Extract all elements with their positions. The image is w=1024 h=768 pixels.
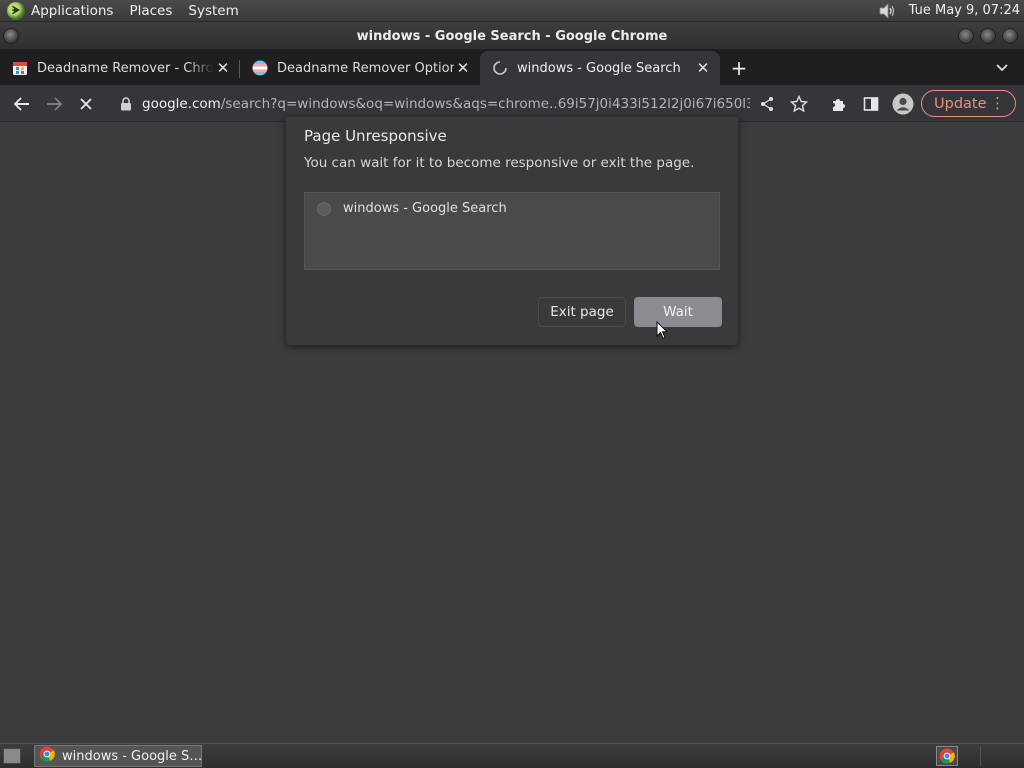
tab-label: windows - Google Search — [517, 60, 681, 76]
side-panel-icon[interactable] — [860, 93, 882, 115]
dialog-title: Page Unresponsive — [304, 127, 447, 145]
window-menu-button[interactable] — [3, 28, 19, 44]
stop-loading-icon[interactable] — [75, 93, 97, 115]
chrome-icon — [39, 746, 55, 766]
page-title: windows - Google Search — [343, 201, 507, 216]
volume-icon[interactable] — [877, 1, 897, 21]
more-options-icon[interactable]: ⋮ — [990, 94, 1005, 112]
desktop: ᗘ Applications Places System Tue May 9, … — [0, 0, 1024, 768]
tab-label: Deadname Remover - Chrome — [37, 60, 214, 76]
address-bar[interactable]: google.com/search?q=windows&oq=windows&a… — [110, 89, 750, 118]
distro-logo-icon[interactable]: ᗘ — [7, 1, 25, 20]
bottom-taskbar: windows - Google S… — [0, 743, 1024, 768]
globe-icon — [317, 201, 331, 216]
taskbar-window-chrome[interactable]: windows - Google S… — [34, 745, 202, 767]
forward-arrow-icon[interactable] — [43, 93, 65, 115]
bookmark-star-icon[interactable] — [788, 93, 810, 115]
tab-strip: Deadname Remover - Chrome ✕ Deadname Rem… — [0, 49, 1024, 85]
new-tab-button[interactable]: + — [724, 51, 754, 85]
loading-spinner-icon — [492, 60, 508, 76]
show-desktop-icon[interactable] — [3, 748, 21, 764]
tab-close-icon[interactable]: ✕ — [694, 59, 712, 77]
tab-close-icon[interactable]: ✕ — [214, 59, 232, 77]
update-label: Update — [934, 95, 987, 112]
chevron-down-icon[interactable] — [994, 59, 1010, 75]
window-title: windows - Google Search - Google Chrome — [356, 28, 668, 44]
exit-page-button[interactable]: Exit page — [538, 297, 626, 327]
wait-button[interactable]: Wait — [634, 297, 722, 327]
close-window-button[interactable] — [1002, 28, 1018, 44]
update-button[interactable]: Update ⋮ — [921, 90, 1016, 117]
tab-windows-google-search[interactable]: windows - Google Search ✕ — [480, 51, 720, 85]
mouse-cursor-icon — [656, 320, 669, 344]
extensions-puzzle-icon[interactable] — [828, 93, 850, 115]
profile-avatar-icon[interactable] — [892, 93, 914, 115]
clock[interactable]: Tue May 9, 07:24 — [909, 3, 1020, 18]
page-unresponsive-dialog: Page Unresponsive You can wait for it to… — [286, 117, 738, 345]
lock-icon[interactable] — [120, 96, 132, 111]
minimize-button[interactable] — [958, 28, 974, 44]
list-item: windows - Google Search — [317, 201, 507, 216]
url-path: /search?q=windows&oq=windows&aqs=chrome.… — [220, 95, 750, 112]
window-title-bar[interactable]: windows - Google Search - Google Chrome — [0, 23, 1024, 49]
share-icon[interactable] — [756, 93, 778, 115]
tab-close-icon[interactable]: ✕ — [454, 59, 472, 77]
url-host: google.com — [142, 95, 221, 112]
menu-applications[interactable]: Applications — [31, 3, 113, 19]
tab-deadname-remover-store[interactable]: Deadname Remover - Chrome ✕ — [0, 51, 240, 85]
tab-label: Deadname Remover Options — [277, 60, 454, 76]
task-label: windows - Google S… — [62, 748, 203, 764]
maximize-button[interactable] — [980, 28, 996, 44]
tab-deadname-remover-options[interactable]: Deadname Remover Options ✕ — [240, 51, 480, 85]
dialog-message: You can wait for it to become responsive… — [304, 155, 695, 171]
tray-separator — [980, 746, 981, 766]
trans-flag-icon — [252, 60, 268, 76]
back-arrow-icon[interactable] — [11, 93, 33, 115]
top-panel: ᗘ Applications Places System Tue May 9, … — [0, 0, 1024, 22]
chrome-tray-icon[interactable] — [936, 746, 958, 766]
url-text: google.com/search?q=windows&oq=windows&a… — [142, 96, 750, 112]
menu-system[interactable]: System — [188, 3, 238, 19]
menu-places[interactable]: Places — [129, 3, 172, 19]
unresponsive-pages-list: windows - Google Search — [304, 192, 720, 270]
extension-store-icon — [12, 60, 28, 76]
